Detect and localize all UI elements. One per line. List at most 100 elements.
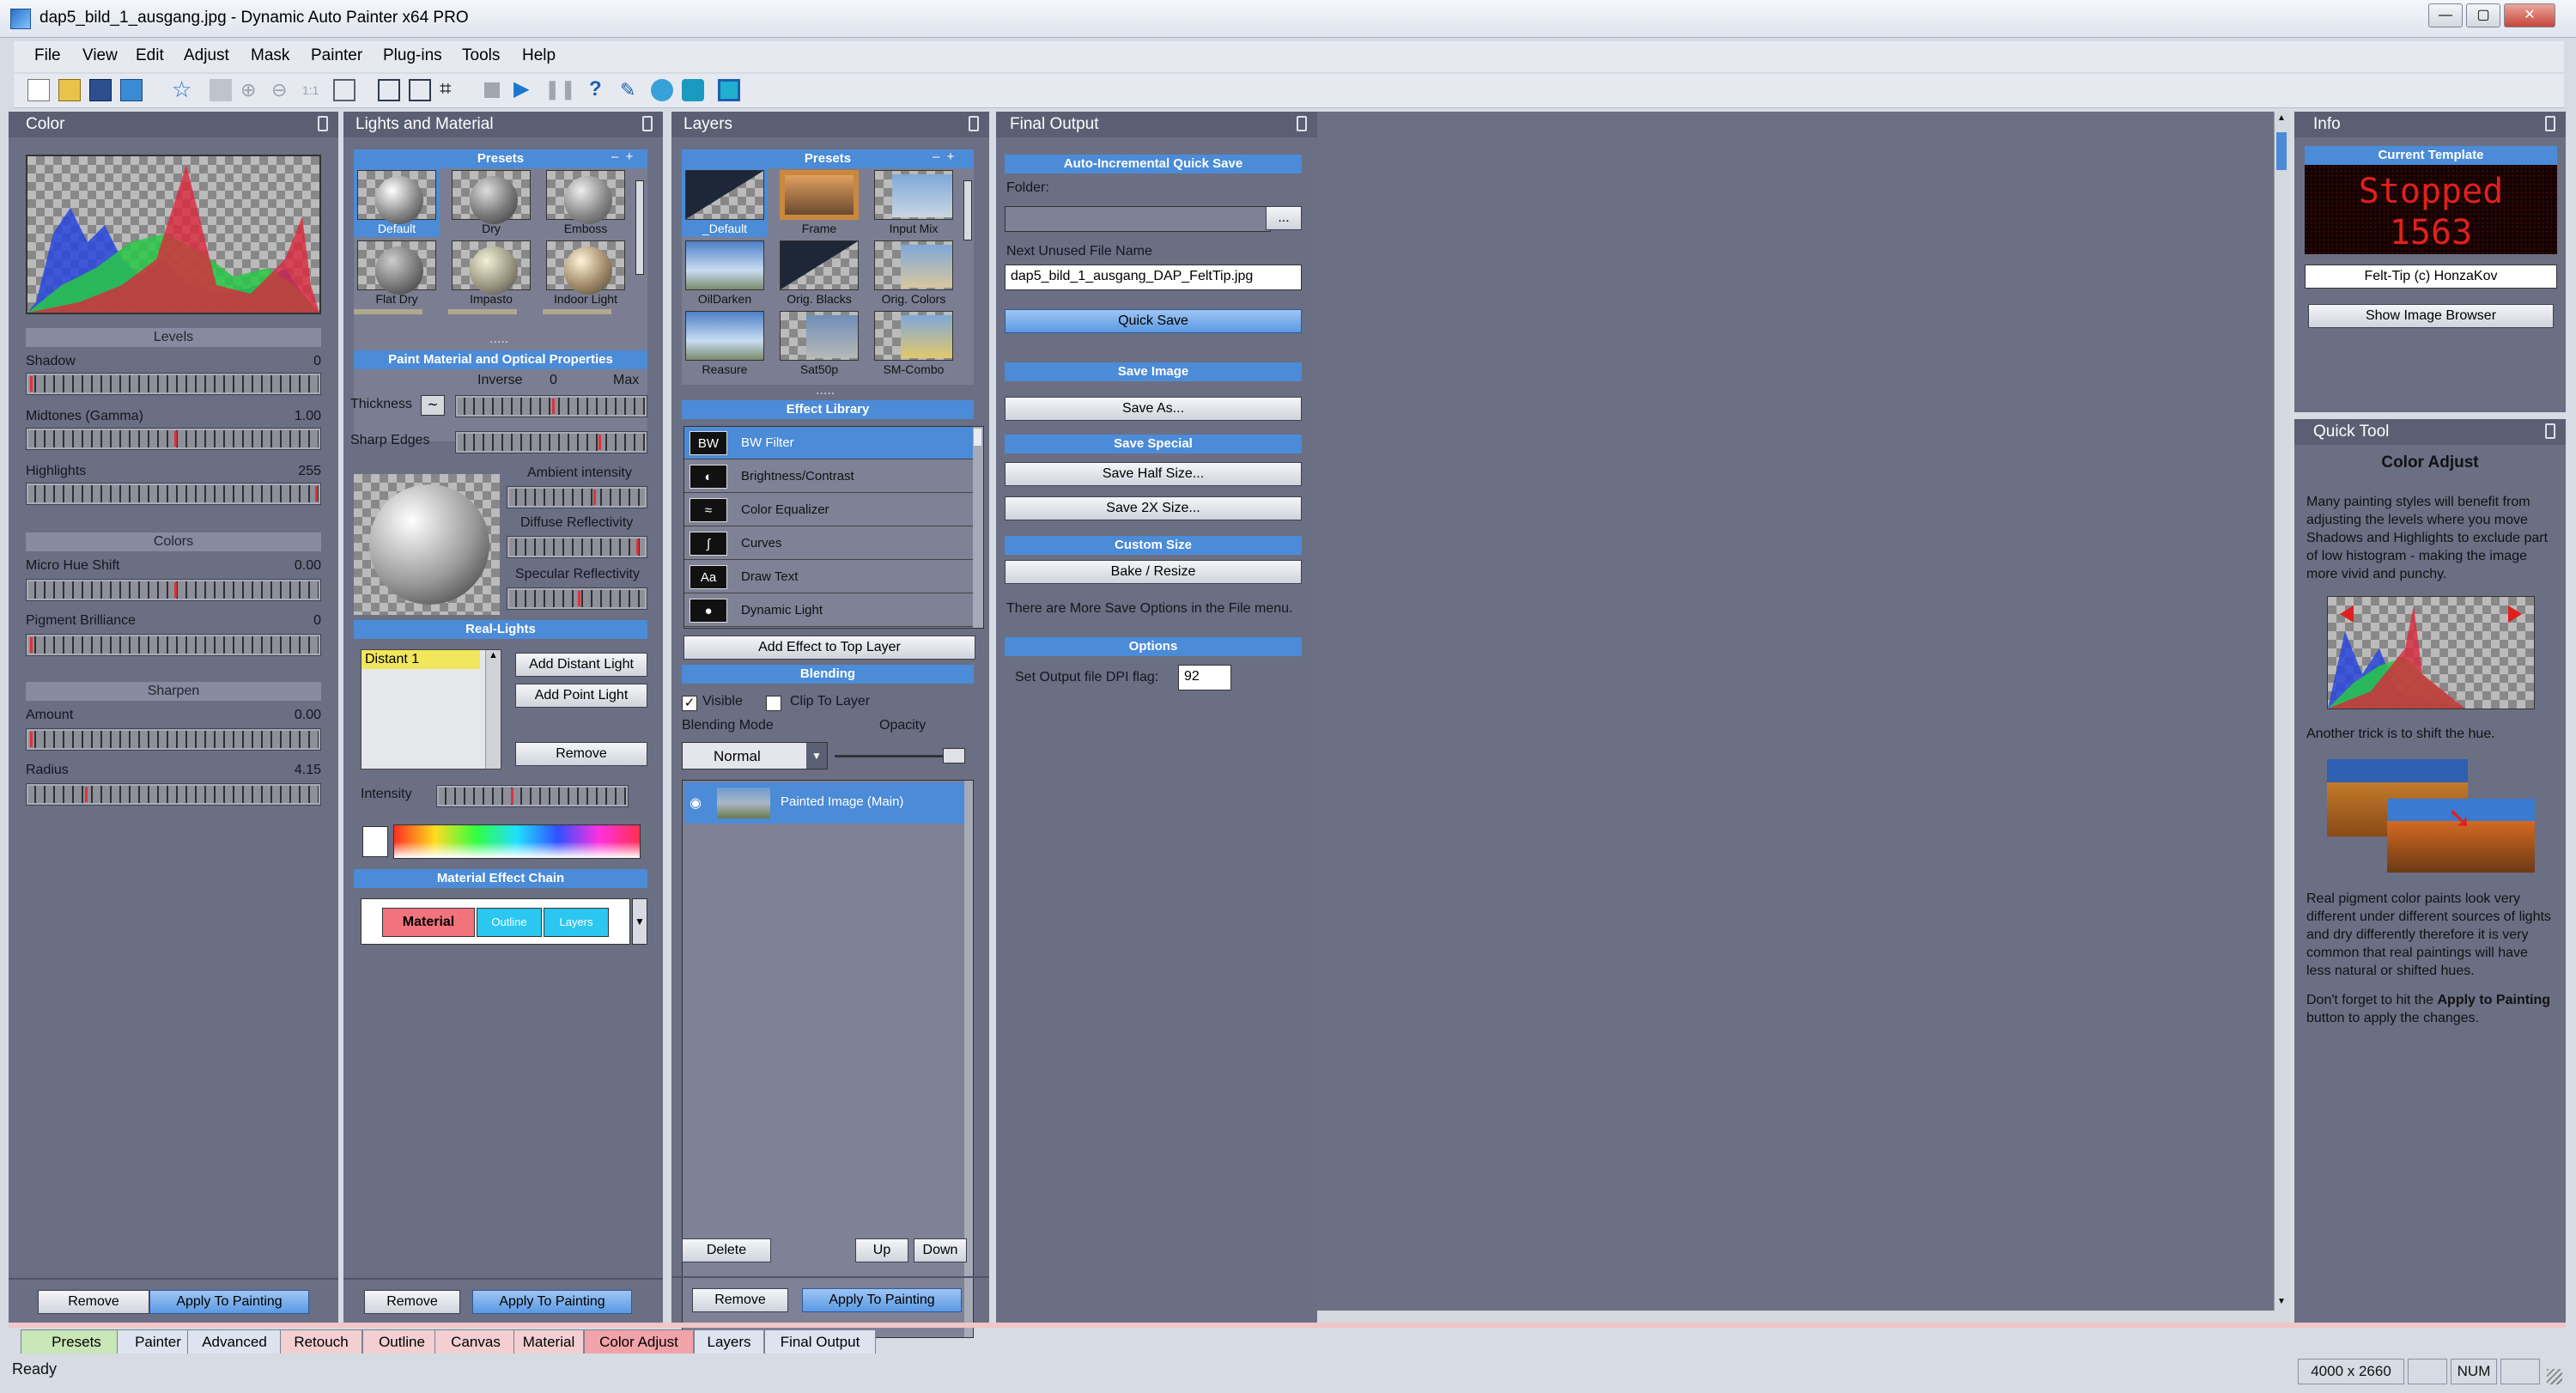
new-icon[interactable] [27,79,50,101]
pin-icon[interactable] [2545,423,2555,439]
menu-plugins[interactable]: Plug-ins [383,46,442,65]
lights-preset[interactable]: Default [354,168,440,237]
add-effect-button[interactable]: Add Effect to Top Layer [683,636,975,660]
add-point-light-button[interactable]: Add Point Light [515,684,647,708]
pin-icon[interactable] [2545,116,2555,131]
quick-save-button[interactable]: Quick Save [1005,309,1302,333]
open-icon[interactable] [58,79,81,101]
crop-compare-icon[interactable] [378,79,400,101]
layers-preset[interactable]: SM-Combo [871,309,957,378]
micro-hue-slider[interactable] [26,579,321,601]
layer-down-button[interactable]: Down [914,1238,967,1262]
light-color-spectrum[interactable] [393,824,641,859]
close-button[interactable]: ✕ [2504,3,2555,27]
tab-canvas[interactable]: Canvas [434,1329,517,1353]
dpi-input[interactable]: 92 [1178,665,1231,690]
lights-preset[interactable]: Dry [448,168,534,237]
layers-preset[interactable]: Frame [776,168,862,237]
tab-layers[interactable]: Layers [694,1329,764,1353]
tab-final-output[interactable]: Final Output [764,1329,876,1353]
remove-light-button[interactable]: Remove [515,742,647,766]
menu-mask[interactable]: Mask [251,46,289,65]
fit-icon[interactable] [333,79,355,101]
eye-icon[interactable]: ◉ [690,794,702,812]
maximize-button[interactable]: ▢ [2466,3,2500,27]
split-view-icon[interactable] [409,79,431,101]
delete-layer-button[interactable]: Delete [682,1238,771,1262]
presets-scrollbar[interactable] [963,180,972,240]
lights-list-scrollbar[interactable]: ▲ [485,650,501,769]
pin-icon[interactable] [318,116,328,131]
save-2x-size-button[interactable]: Save 2X Size... [1005,496,1302,520]
effect-item[interactable]: ∫ Curves [684,527,975,560]
blend-mode-select[interactable]: Normal ▼ [682,742,828,769]
canvas-area[interactable] [1317,112,2274,1311]
layers-preset[interactable]: _Default [682,168,768,237]
lights-preset[interactable]: Impasto [448,239,534,307]
pin-icon[interactable] [642,116,653,131]
diffuse-slider[interactable] [507,536,647,558]
minimize-button[interactable]: — [2428,3,2463,27]
thickness-slider[interactable] [455,395,647,417]
window-icon[interactable] [718,79,740,101]
chain-layers[interactable]: Layers [544,908,609,937]
tab-outline[interactable]: Outline [362,1329,441,1353]
browse-folder-button[interactable]: ... [1266,206,1302,230]
menu-edit[interactable]: Edit [136,46,164,65]
sharp-edges-slider[interactable] [455,431,647,453]
menu-adjust[interactable]: Adjust [184,46,229,65]
effect-item[interactable]: ● Dynamic Light [684,594,975,627]
tab-presets[interactable]: Presets [21,1329,132,1353]
zoom-out-icon[interactable]: ⊖ [271,79,294,101]
save-icon[interactable] [89,79,112,101]
lights-preset[interactable]: Indoor Light [543,239,629,307]
opacity-thumb[interactable] [943,748,965,763]
chain-dropdown-icon[interactable]: ▼ [632,898,647,945]
bake-resize-button[interactable]: Bake / Resize [1005,560,1302,584]
save-as-button[interactable]: Save As... [1005,397,1302,421]
brush-icon[interactable]: ✎ [620,79,642,101]
save-half-size-button[interactable]: Save Half Size... [1005,462,1302,486]
layer-up-button[interactable]: Up [855,1238,908,1262]
pin-icon[interactable] [1297,116,1307,131]
highlights-slider[interactable] [26,483,321,505]
pause-icon[interactable]: ❚❚ [544,79,576,101]
menu-painter[interactable]: Painter [311,46,362,65]
intensity-slider[interactable] [436,785,629,807]
clip-checkbox[interactable] [766,696,781,711]
zoom-in-icon[interactable]: ⊕ [240,79,263,101]
cloud-icon[interactable] [682,79,704,101]
folder-input[interactable] [1005,206,1271,232]
effect-item[interactable]: BW BW Filter [684,427,975,459]
chain-outline[interactable]: Outline [477,908,542,937]
save-as-icon[interactable] [120,79,143,101]
help-icon[interactable]: ? [589,79,611,101]
midtones-slider[interactable] [26,428,321,450]
effect-item[interactable]: ≈ Color Equalizer [684,494,975,526]
layers-preset[interactable]: OilDarken [682,239,768,307]
pin-icon[interactable] [969,116,979,131]
effect-item[interactable]: ◐ Brightness/Contrast [684,460,975,493]
curve-icon[interactable]: ∼ [421,395,445,416]
material-chain[interactable]: Material Outline Layers [361,898,630,945]
tab-color-adjust[interactable]: Color Adjust [584,1329,694,1353]
lights-preset[interactable]: Emboss [543,168,629,237]
tab-retouch[interactable]: Retouch [280,1329,362,1353]
crop-icon[interactable]: ⌗ [440,79,462,101]
lights-apply-button[interactable]: Apply To Painting [472,1290,632,1314]
amount-slider[interactable] [26,728,321,751]
lights-remove-button[interactable]: Remove [364,1290,460,1314]
specular-slider[interactable] [507,587,647,610]
tab-advanced[interactable]: Advanced [187,1329,282,1353]
canvas-horizontal-scrollbar[interactable] [1317,1311,2289,1323]
layer-item[interactable]: ◉ Painted Image (Main) [684,782,964,824]
scroll-up-icon[interactable]: ▲ [2275,113,2287,125]
scroll-thumb[interactable] [2276,132,2287,170]
tab-material[interactable]: Material [513,1329,584,1353]
scroll-thumb[interactable] [974,429,981,446]
add-distant-light-button[interactable]: Add Distant Light [515,653,647,677]
menu-view[interactable]: View [82,46,118,65]
star-icon[interactable]: ☆ [172,78,194,101]
layers-preset[interactable]: Reasure [682,309,768,378]
color-remove-button[interactable]: Remove [38,1290,149,1314]
